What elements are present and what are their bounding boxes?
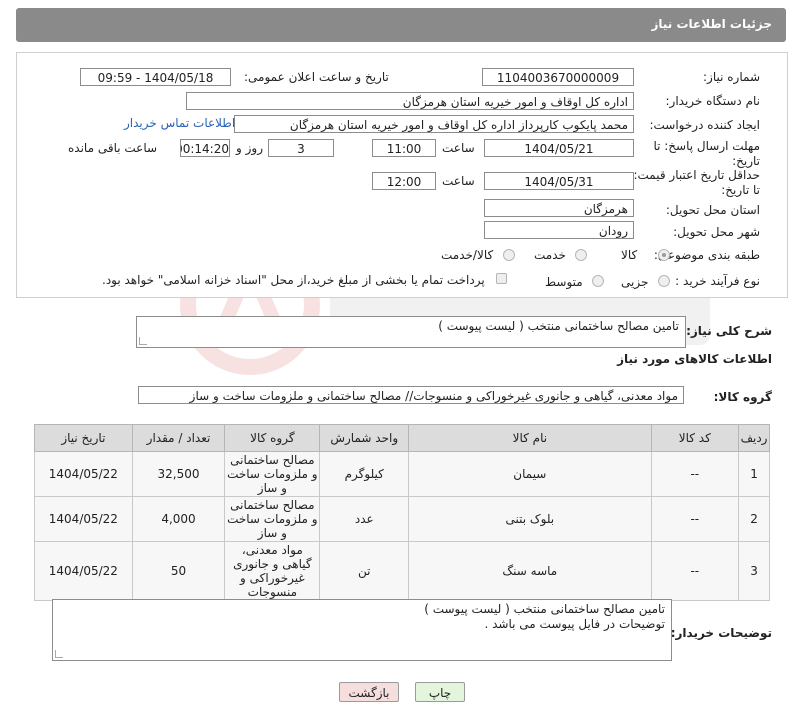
cell-unit: تن <box>319 541 410 601</box>
purchase-radio-medium[interactable] <box>592 275 604 287</box>
cell-qty: 50 <box>131 541 226 601</box>
validity-label-2: تا تاریخ: <box>721 183 760 197</box>
validity-time-field: 12:00 <box>372 172 436 190</box>
need-number-label: شماره نیاز: <box>703 70 760 84</box>
announce-label: تاریخ و ساعت اعلان عمومی: <box>244 70 389 84</box>
buyer-notes-label: توضیحات خریدار: <box>670 626 772 640</box>
reply-deadline-label-2: تاریخ: <box>732 154 760 168</box>
reply-time-label: ساعت <box>442 141 475 155</box>
resize-handle[interactable] <box>55 650 63 658</box>
back-button[interactable]: بازگشت <box>339 682 399 702</box>
col-row: ردیف <box>738 424 770 452</box>
buyer-org-field: اداره کل اوقاف و امور خیریه استان هرمزگا… <box>186 92 634 110</box>
col-date: تاریخ نیاز <box>34 424 133 452</box>
purchase-radio-minor[interactable] <box>658 275 670 287</box>
cell-group: مواد معدنی، گیاهی و جانوری غیرخوراکی و م… <box>224 541 321 601</box>
cell-qty: 4,000 <box>131 496 226 542</box>
resize-handle[interactable] <box>139 337 147 345</box>
summary-label: شرح کلی نیاز: <box>686 324 772 338</box>
treasury-payment-note: پرداخت تمام یا بخشی از مبلغ خرید،از محل … <box>102 273 485 287</box>
summary-text: تامین مصالح ساختمانی منتخب ( لیست پیوست … <box>438 319 679 333</box>
reply-date-field: 1404/05/21 <box>484 139 634 157</box>
cell-row: 2 <box>738 496 770 542</box>
cell-row: 1 <box>738 451 770 497</box>
need-number-field: 1104003670000009 <box>482 68 634 86</box>
table-header-row: ردیف کد کالا نام کالا واحد شمارش گروه کا… <box>34 424 770 452</box>
col-group: گروه کالا <box>224 424 321 452</box>
col-unit: واحد شمارش <box>319 424 410 452</box>
category-radio-both[interactable] <box>503 249 515 261</box>
city-field: رودان <box>484 221 634 239</box>
goods-section-title: اطلاعات کالاهای مورد نیاز <box>617 352 772 366</box>
remaining-time-field: 00:14:20 <box>180 139 230 157</box>
col-code: کد کالا <box>650 424 740 452</box>
table-row: 1 -- سیمان کیلوگرم مصالح ساختمانی و ملزو… <box>34 451 770 497</box>
requester-field: محمد پایکوب کارپرداز اداره کل اوقاف و ام… <box>234 115 634 133</box>
category-option-goods: کالا <box>621 248 638 262</box>
requester-label: ایجاد کننده درخواست: <box>649 118 760 132</box>
page-title: جزئیات اطلاعات نیاز <box>651 17 772 31</box>
table-row: 3 -- ماسه سنگ تن مواد معدنی، گیاهی و جان… <box>34 541 770 601</box>
treasury-payment-checkbox[interactable] <box>496 273 507 284</box>
cell-date: 1404/05/22 <box>34 496 133 542</box>
province-field: هرمزگان <box>484 199 634 217</box>
buyer-notes-line-1: تامین مصالح ساختمانی منتخب ( لیست پیوست … <box>424 602 665 616</box>
cell-date: 1404/05/22 <box>34 451 133 497</box>
cell-group: مصالح ساختمانی و ملزومات ساخت و ساز <box>224 496 321 542</box>
purchase-option-medium: متوسط <box>545 275 583 289</box>
cell-code: -- <box>650 541 740 601</box>
category-radio-goods[interactable] <box>658 249 670 261</box>
summary-textarea[interactable]: تامین مصالح ساختمانی منتخب ( لیست پیوست … <box>136 316 686 348</box>
col-qty: تعداد / مقدار <box>131 424 226 452</box>
city-label: شهر محل تحویل: <box>673 225 760 239</box>
goods-table: ردیف کد کالا نام کالا واحد شمارش گروه کا… <box>34 424 770 601</box>
print-button[interactable]: چاپ <box>415 682 465 702</box>
cell-name: ماسه سنگ <box>408 541 652 601</box>
cell-code: -- <box>650 451 740 497</box>
goods-group-label: گروه کالا: <box>713 390 772 404</box>
category-radio-service[interactable] <box>575 249 587 261</box>
purchase-option-minor: جزیی <box>621 275 649 289</box>
table-row: 2 -- بلوک بتنی عدد مصالح ساختمانی و ملزو… <box>34 496 770 542</box>
announce-field: 1404/05/18 - 09:59 <box>80 68 231 86</box>
validity-date-field: 1404/05/31 <box>484 172 634 190</box>
days-label: روز و <box>236 141 263 155</box>
category-option-service: خدمت <box>534 248 566 262</box>
page-header: جزئیات اطلاعات نیاز <box>16 8 786 42</box>
validity-time-label: ساعت <box>442 174 475 188</box>
col-name: نام کالا <box>408 424 652 452</box>
cell-row: 3 <box>738 541 770 601</box>
buyer-notes-line-2: توضیحات در فایل پیوست می باشد . <box>484 617 666 631</box>
purchase-type-label: نوع فرآیند خرید : <box>675 274 760 288</box>
contact-info-link[interactable]: اطلاعات تماس خریدار <box>124 116 235 130</box>
buyer-notes-textarea[interactable]: تامین مصالح ساختمانی منتخب ( لیست پیوست … <box>52 599 672 661</box>
cell-unit: عدد <box>319 496 410 542</box>
days-field: 3 <box>268 139 334 157</box>
cell-name: سیمان <box>408 451 652 497</box>
cell-date: 1404/05/22 <box>34 541 133 601</box>
goods-group-field: مواد معدنی، گیاهی و جانوری غیرخوراکی و م… <box>138 386 684 404</box>
cell-qty: 32,500 <box>131 451 226 497</box>
cell-code: -- <box>650 496 740 542</box>
cell-unit: کیلوگرم <box>319 451 410 497</box>
reply-deadline-label: مهلت ارسال پاسخ: تا <box>653 139 760 153</box>
province-label: استان محل تحویل: <box>665 203 760 217</box>
buyer-org-label: نام دستگاه خریدار: <box>665 94 761 108</box>
reply-time-field: 11:00 <box>372 139 436 157</box>
category-option-both: کالا/خدمت <box>441 248 494 262</box>
cell-group: مصالح ساختمانی و ملزومات ساخت و ساز <box>224 451 321 497</box>
cell-name: بلوک بتنی <box>408 496 652 542</box>
validity-label: حداقل تاریخ اعتبار قیمت: <box>633 168 760 182</box>
remaining-label: ساعت باقی مانده <box>68 141 158 155</box>
